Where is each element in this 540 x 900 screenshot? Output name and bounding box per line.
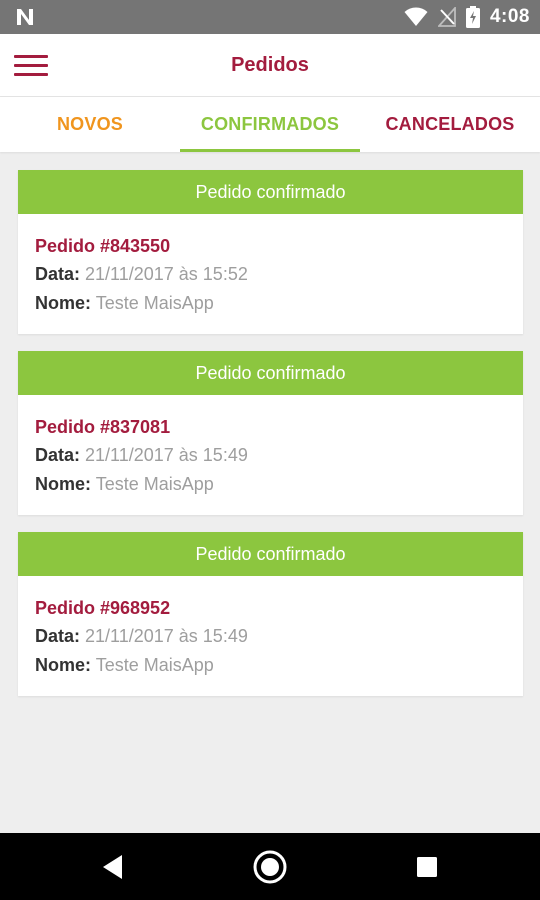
date-label: Data: <box>35 626 81 646</box>
order-status-header: Pedido confirmado <box>18 351 523 395</box>
order-card[interactable]: Pedido confirmado Pedido #837081 Data: 2… <box>18 351 523 515</box>
order-number: Pedido #968952 <box>35 598 171 618</box>
clock: 4:08 <box>489 6 530 27</box>
order-details: Pedido #837081 Data: 21/11/2017 às 15:49… <box>18 395 523 515</box>
order-date-row: Data: 21/11/2017 às 15:49 <box>35 441 506 470</box>
name-value: Teste MaisApp <box>95 293 214 313</box>
order-status-header: Pedido confirmado <box>18 532 523 576</box>
status-bar: 4:08 <box>0 0 540 34</box>
name-value: Teste MaisApp <box>95 655 214 675</box>
date-label: Data: <box>35 445 81 465</box>
order-date-row: Data: 21/11/2017 às 15:49 <box>35 622 506 651</box>
battery-charging-icon <box>465 6 480 28</box>
name-label: Nome: <box>35 655 92 675</box>
order-date-row: Data: 21/11/2017 às 15:52 <box>35 260 506 289</box>
order-number: Pedido #843550 <box>35 236 171 256</box>
order-number: Pedido #837081 <box>35 417 171 437</box>
hamburger-menu-icon[interactable] <box>12 50 50 80</box>
tab-novos[interactable]: NOVOS <box>0 97 180 152</box>
name-label: Nome: <box>35 474 92 494</box>
app-screen: 4:08 Pedidos NOVOS CONFIRMADOS CANCELADO… <box>0 0 540 900</box>
name-label: Nome: <box>35 293 92 313</box>
order-details: Pedido #968952 Data: 21/11/2017 às 15:49… <box>18 576 523 696</box>
n-notification-icon <box>17 9 33 25</box>
back-icon[interactable] <box>93 847 133 887</box>
no-signal-icon <box>437 7 456 27</box>
wifi-icon <box>404 7 428 26</box>
order-list: Pedido confirmado Pedido #843550 Data: 2… <box>18 170 523 713</box>
order-status-header: Pedido confirmado <box>18 170 523 214</box>
tab-bar: NOVOS CONFIRMADOS CANCELADOS <box>0 97 540 152</box>
order-name-row: Nome: Teste MaisApp <box>35 651 506 680</box>
date-value: 21/11/2017 às 15:49 <box>85 445 248 465</box>
app-bar: Pedidos <box>0 34 540 97</box>
date-value: 21/11/2017 às 15:52 <box>85 264 248 284</box>
recent-apps-icon[interactable] <box>407 847 447 887</box>
order-details: Pedido #843550 Data: 21/11/2017 às 15:52… <box>18 214 523 334</box>
order-card[interactable]: Pedido confirmado Pedido #968952 Data: 2… <box>18 532 523 696</box>
order-card[interactable]: Pedido confirmado Pedido #843550 Data: 2… <box>18 170 523 334</box>
page-title: Pedidos <box>231 54 309 76</box>
home-icon[interactable] <box>250 847 290 887</box>
order-name-row: Nome: Teste MaisApp <box>35 470 506 499</box>
date-label: Data: <box>35 264 81 284</box>
navigation-bar <box>0 833 540 900</box>
tab-cancelados[interactable]: CANCELADOS <box>360 97 540 152</box>
tab-confirmados[interactable]: CONFIRMADOS <box>180 97 360 152</box>
name-value: Teste MaisApp <box>95 474 214 494</box>
date-value: 21/11/2017 às 15:49 <box>85 626 248 646</box>
order-name-row: Nome: Teste MaisApp <box>35 289 506 318</box>
status-icons: 4:08 <box>404 0 530 34</box>
